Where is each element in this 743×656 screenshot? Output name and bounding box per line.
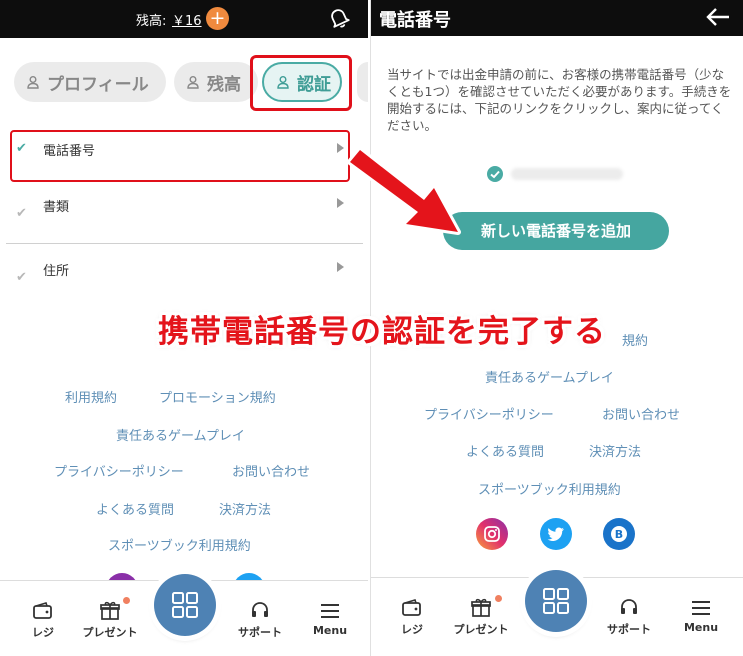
link-promo-terms[interactable]: プロモーション規約 [159, 387, 276, 406]
link-responsible-gaming[interactable]: 責任あるゲームプレイ [485, 367, 614, 386]
screenshot-root: 残高: ￥16 + プロフィール 残高 認証 ✔ 電話番号 ✔ 書類 ✔ 住所 … [0, 0, 743, 656]
nav-menu[interactable]: Menu [679, 598, 723, 634]
nav-present[interactable]: プレゼント [78, 601, 142, 640]
top-bar: 残高: ￥16 + [0, 0, 368, 38]
games-fab-button[interactable] [525, 570, 587, 632]
notification-dot [495, 595, 502, 602]
annotation-box-phone [10, 130, 350, 182]
annotation-caption: 携帯電話番号の認証を完了する [158, 314, 606, 350]
nav-menu[interactable]: Menu [308, 601, 352, 637]
link-payment-methods[interactable]: 決済方法 [589, 441, 641, 460]
chevron-right-icon [337, 198, 344, 208]
nav-present-label: プレゼント [82, 626, 138, 639]
wallet-icon [33, 602, 52, 619]
link-promo-terms[interactable]: 規約 [622, 330, 648, 349]
link-sportsbook-terms[interactable]: スポーツブック利用規約 [478, 479, 621, 498]
person-icon [187, 76, 199, 89]
tab-profile-label: プロフィール [47, 74, 149, 95]
nav-support[interactable]: サポート [601, 598, 657, 637]
verification-description: 当サイトでは出金申請の前に、お客様の携帯電話番号（少なくとも1つ）を確認させてい… [387, 67, 732, 133]
nav-menu-label: Menu [683, 621, 719, 634]
deposit-plus-button[interactable]: + [206, 7, 229, 30]
menu-item-address[interactable]: ✔ 住所 [0, 246, 368, 310]
nav-support-label: サポート [607, 623, 651, 636]
link-payment-methods[interactable]: 決済方法 [219, 499, 271, 518]
menu-item-documents[interactable]: ✔ 書類 [0, 182, 368, 246]
annotation-arrow [347, 148, 461, 235]
twitter-icon[interactable] [540, 518, 572, 550]
gift-icon [471, 598, 491, 617]
link-contact[interactable]: お問い合わせ [602, 404, 680, 423]
link-faq[interactable]: よくある質問 [96, 499, 174, 518]
balance-value[interactable]: ￥16 [172, 10, 202, 29]
page-title: 電話番号 [379, 10, 451, 31]
bell-icon[interactable] [327, 6, 351, 30]
tab-profile[interactable]: プロフィール [14, 62, 166, 102]
arrow-left-icon[interactable] [705, 6, 731, 28]
link-contact[interactable]: お問い合わせ [232, 461, 310, 480]
balance-label: 残高: [136, 14, 167, 29]
games-fab-button[interactable] [154, 574, 216, 636]
top-bar: 電話番号 [371, 0, 743, 36]
nav-wallet[interactable]: レジ [391, 598, 433, 637]
check-icon: ✔ [16, 206, 27, 221]
nav-present-label: プレゼント [453, 623, 509, 636]
link-terms[interactable]: 利用規約 [65, 387, 117, 406]
tab-next-peek [357, 62, 368, 102]
link-privacy-policy[interactable]: プライバシーポリシー [54, 461, 184, 480]
add-phone-number-button[interactable]: 新しい電話番号を追加 [443, 212, 669, 250]
svg-text:B: B [615, 528, 623, 541]
nav-wallet-label: レジ [401, 623, 423, 636]
link-sportsbook-terms[interactable]: スポーツブック利用規約 [108, 535, 251, 554]
headset-icon [252, 602, 268, 617]
link-privacy-policy[interactable]: プライバシーポリシー [424, 404, 554, 423]
headset-icon [621, 599, 637, 614]
gift-icon [100, 601, 120, 620]
nav-wallet[interactable]: レジ [22, 601, 64, 640]
nav-support-label: サポート [238, 626, 282, 639]
tab-balance[interactable]: 残高 [174, 62, 258, 102]
hamburger-icon [321, 604, 339, 618]
link-responsible-gaming[interactable]: 責任あるゲームプレイ [116, 425, 245, 444]
blurred-phone-number [511, 168, 623, 180]
tab-balance-label: 残高 [207, 74, 241, 95]
check-icon: ✔ [16, 270, 27, 285]
phone-number-row [487, 164, 647, 184]
verified-check-icon [487, 166, 503, 182]
divider [6, 243, 363, 244]
hamburger-icon [692, 601, 710, 615]
nav-present[interactable]: プレゼント [449, 598, 513, 637]
notification-dot [123, 597, 130, 604]
blog-icon[interactable]: B [603, 518, 635, 550]
nav-wallet-label: レジ [32, 626, 54, 639]
grid-icon [543, 588, 569, 614]
nav-support[interactable]: サポート [232, 601, 288, 640]
person-icon [27, 76, 39, 89]
grid-icon [172, 592, 198, 618]
wallet-icon [402, 599, 421, 616]
link-faq[interactable]: よくある質問 [466, 441, 544, 460]
instagram-icon[interactable] [476, 518, 508, 550]
chevron-right-icon [337, 262, 344, 272]
menu-item-label: 住所 [43, 264, 70, 279]
annotation-box-verification-tab [250, 55, 352, 111]
nav-menu-label: Menu [312, 624, 348, 637]
menu-item-label: 書類 [43, 200, 70, 215]
